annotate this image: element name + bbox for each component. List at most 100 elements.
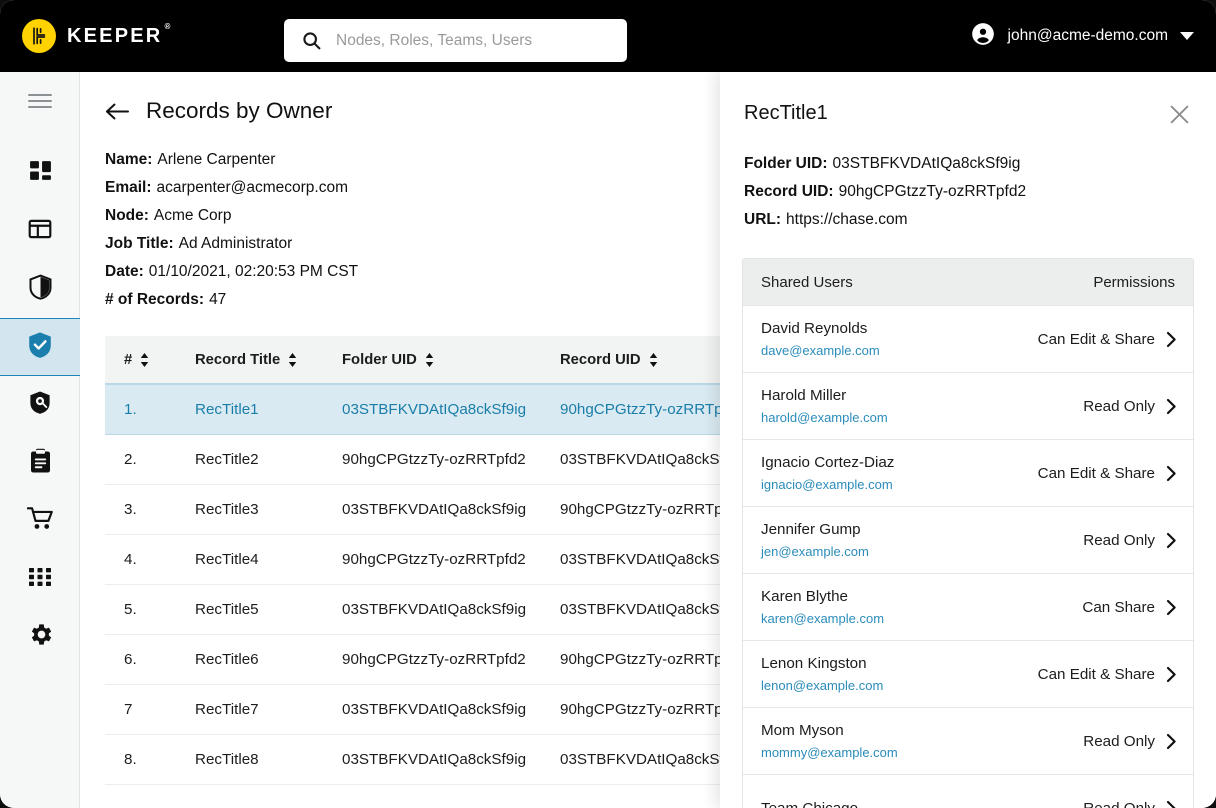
page-title: Records by Owner xyxy=(146,98,333,123)
detail-panel-title: RecTitle1 xyxy=(744,102,828,124)
detail-label: Folder UID: xyxy=(744,155,828,172)
cell-title: RecTitle4 xyxy=(195,551,259,568)
sidebar-item-security[interactable] xyxy=(0,376,80,434)
shared-user-email[interactable]: karen@example.com xyxy=(761,609,884,628)
column-header-folder-uid[interactable]: Folder UID xyxy=(342,352,560,368)
cell-title: RecTitle3 xyxy=(195,501,259,518)
meta-value: Acme Corp xyxy=(153,207,232,224)
sidebar-item-billing[interactable] xyxy=(0,492,80,550)
shared-user-row[interactable]: Ignacio Cortez-Diaz ignacio@example.com … xyxy=(743,439,1193,506)
column-label: Record UID xyxy=(560,351,641,368)
keeper-admin-window: KEEPER® john@acme-demo.com xyxy=(0,0,1216,808)
meta-value: 47 xyxy=(209,291,227,308)
meta-value: Arlene Carpenter xyxy=(157,151,276,168)
column-label: Folder UID xyxy=(342,351,417,368)
detail-value: 90hgCPGtzzTy-ozRRTpfd2 xyxy=(838,183,1027,200)
chevron-right-icon[interactable] xyxy=(1166,666,1177,683)
sidebar-item-apps[interactable] xyxy=(0,550,80,608)
cell-num: 1. xyxy=(124,401,137,418)
shared-user-permission-group[interactable]: Read Only xyxy=(1083,800,1177,808)
account-menu[interactable]: john@acme-demo.com xyxy=(970,0,1194,72)
clipboard-icon xyxy=(29,448,52,479)
chevron-right-icon[interactable] xyxy=(1166,331,1177,348)
meta-value: acarpenter@acmecorp.com xyxy=(156,179,348,196)
shared-user-permission-group[interactable]: Read Only xyxy=(1083,532,1177,549)
shared-user-info: Karen Blythe karen@example.com xyxy=(761,586,884,628)
shared-users-card: Shared Users Permissions David Reynolds … xyxy=(742,258,1194,808)
close-icon[interactable] xyxy=(1167,102,1192,132)
cell-folder-uid: 90hgCPGtzzTy-ozRRTpfd2 xyxy=(342,651,526,668)
detail-meta-list: Folder UID: 03STBFKVDAtIQa8ckSf9ig Record… xyxy=(720,132,1216,234)
trademark-symbol: ® xyxy=(164,21,171,31)
chevron-down-icon[interactable] xyxy=(1180,32,1194,40)
shared-user-name: Jennifer Gump xyxy=(761,521,861,538)
shared-user-name: Karen Blythe xyxy=(761,588,848,605)
cell-num: 8. xyxy=(124,751,137,768)
sidebar-item-admin[interactable] xyxy=(0,260,80,318)
shield-half-icon xyxy=(28,274,53,305)
search-icon xyxy=(301,30,322,51)
shared-user-email[interactable]: harold@example.com xyxy=(761,408,888,427)
shared-user-info: Lenon Kingston lenon@example.com xyxy=(761,653,883,695)
shared-user-permission-group[interactable]: Read Only xyxy=(1083,398,1177,415)
column-header-record-title[interactable]: Record Title xyxy=(195,352,342,368)
global-search[interactable] xyxy=(284,19,627,62)
shared-user-email[interactable]: ignacio@example.com xyxy=(761,475,894,494)
shared-user-permission-group[interactable]: Read Only xyxy=(1083,733,1177,750)
shared-user-permission-group[interactable]: Can Share xyxy=(1082,599,1177,616)
sidebar-item-layout[interactable] xyxy=(0,202,80,260)
search-input[interactable] xyxy=(336,31,596,50)
permission-label: Read Only xyxy=(1083,531,1155,549)
shared-user-row[interactable]: Harold Miller harold@example.com Read On… xyxy=(743,372,1193,439)
meta-label: Date: xyxy=(105,263,144,280)
shared-user-email[interactable]: dave@example.com xyxy=(761,341,880,360)
shared-user-permission-group[interactable]: Can Edit & Share xyxy=(1038,465,1177,482)
shared-user-info: Jennifer Gump jen@example.com xyxy=(761,519,869,561)
cell-title: RecTitle1 xyxy=(195,401,259,418)
arrow-left-icon[interactable] xyxy=(105,102,130,121)
detail-value: 03STBFKVDAtIQa8ckSf9ig xyxy=(832,155,1021,172)
shared-user-permission-group[interactable]: Can Edit & Share xyxy=(1038,666,1177,683)
column-header-num[interactable]: # xyxy=(105,352,195,368)
sidebar-item-dashboard[interactable] xyxy=(0,144,80,202)
shared-user-email[interactable]: jen@example.com xyxy=(761,542,869,561)
chevron-right-icon[interactable] xyxy=(1166,398,1177,415)
meta-label: Name: xyxy=(105,151,153,168)
detail-row-url: URL: https://chase.com xyxy=(744,206,1192,234)
shared-users-header-label: Shared Users xyxy=(761,273,853,291)
detail-label: URL: xyxy=(744,211,782,228)
shared-user-row[interactable]: Karen Blythe karen@example.com Can Share xyxy=(743,573,1193,640)
shared-user-permission-group[interactable]: Can Edit & Share xyxy=(1038,331,1177,348)
brand-logo[interactable]: KEEPER ® xyxy=(22,19,170,53)
shared-user-row[interactable]: David Reynolds dave@example.com Can Edit… xyxy=(743,305,1193,372)
sidebar-item-settings[interactable] xyxy=(0,608,80,666)
shared-user-row[interactable]: Lenon Kingston lenon@example.com Can Edi… xyxy=(743,640,1193,707)
chevron-right-icon[interactable] xyxy=(1166,800,1177,808)
shared-user-row[interactable]: Team Chicago Read Only xyxy=(743,774,1193,808)
shared-user-row[interactable]: Mom Myson mommy@example.com Read Only xyxy=(743,707,1193,774)
shared-user-info: Harold Miller harold@example.com xyxy=(761,385,888,427)
shared-user-row[interactable]: Jennifer Gump jen@example.com Read Only xyxy=(743,506,1193,573)
shared-users-header: Shared Users Permissions xyxy=(743,259,1193,305)
sidebar-item-compliance[interactable] xyxy=(0,318,80,376)
meta-label: Email: xyxy=(105,179,152,196)
cell-folder-uid: 03STBFKVDAtIQa8ckSf9ig xyxy=(342,601,527,618)
sort-icon[interactable] xyxy=(140,352,149,367)
chevron-right-icon[interactable] xyxy=(1166,733,1177,750)
dashboard-grid-icon xyxy=(28,158,53,188)
chevron-right-icon[interactable] xyxy=(1166,599,1177,616)
detail-panel-header: RecTitle1 xyxy=(720,72,1216,132)
cell-num: 5. xyxy=(124,601,137,618)
sidebar-item-reports[interactable] xyxy=(0,434,80,492)
sidebar-item-menu[interactable] xyxy=(0,72,80,134)
sort-icon[interactable] xyxy=(425,352,434,367)
shared-user-email[interactable]: mommy@example.com xyxy=(761,743,898,762)
cell-title: RecTitle7 xyxy=(195,701,259,718)
sort-icon[interactable] xyxy=(649,352,658,367)
shield-check-icon xyxy=(27,331,53,364)
chevron-right-icon[interactable] xyxy=(1166,532,1177,549)
sort-icon[interactable] xyxy=(288,352,297,367)
permission-label: Can Edit & Share xyxy=(1037,464,1155,482)
shared-user-email[interactable]: lenon@example.com xyxy=(761,676,883,695)
chevron-right-icon[interactable] xyxy=(1166,465,1177,482)
